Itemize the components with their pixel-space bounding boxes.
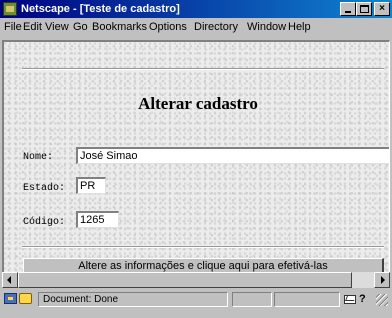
estado-input[interactable]: PR xyxy=(76,177,106,194)
menu-go[interactable]: Go xyxy=(73,21,88,33)
close-button[interactable]: × xyxy=(374,2,390,16)
help-icon[interactable]: ? xyxy=(359,293,366,305)
menu-window[interactable]: Window xyxy=(247,21,286,33)
key-icon[interactable] xyxy=(4,293,17,304)
menu-edit[interactable]: Edit xyxy=(23,21,42,33)
maximize-icon xyxy=(360,5,369,13)
menu-view[interactable]: View xyxy=(45,21,69,33)
status-segment-progress xyxy=(232,292,272,307)
menu-bar: File Edit View Go Bookmarks Options Dire… xyxy=(0,19,392,36)
scroll-thumb[interactable] xyxy=(18,272,352,288)
horizontal-scrollbar[interactable] xyxy=(2,272,390,288)
window-title: Netscape - [Teste de cadastro] xyxy=(21,3,180,15)
status-segment-info xyxy=(274,292,340,307)
resize-grip-icon[interactable] xyxy=(376,294,388,306)
status-bar: Document: Done ? xyxy=(0,290,392,308)
minimize-icon xyxy=(345,11,351,13)
browser-window: Netscape - [Teste de cadastro] × File Ed… xyxy=(0,0,392,318)
scroll-left-button[interactable] xyxy=(2,272,18,288)
menu-directory[interactable]: Directory xyxy=(194,21,238,33)
menu-bookmarks[interactable]: Bookmarks xyxy=(92,21,147,33)
page-content: Alterar cadastro Nome: José Simao Estado… xyxy=(2,40,390,272)
submit-button[interactable]: Altere as informações e clique aqui para… xyxy=(23,258,384,272)
menu-help[interactable]: Help xyxy=(288,21,311,33)
divider-top xyxy=(22,68,384,70)
nome-input[interactable]: José Simao xyxy=(76,147,389,164)
security-icon[interactable] xyxy=(19,293,32,304)
minimize-button[interactable] xyxy=(340,2,356,16)
nome-label: Nome: xyxy=(23,152,54,163)
maximize-button[interactable] xyxy=(356,2,372,16)
scroll-right-button[interactable] xyxy=(374,272,390,288)
page-title: Alterar cadastro xyxy=(138,94,258,113)
codigo-label: Código: xyxy=(23,217,66,228)
mail-icon[interactable] xyxy=(344,295,356,304)
menu-file[interactable]: File xyxy=(4,21,22,33)
arrow-left-icon xyxy=(7,276,11,284)
close-icon: × xyxy=(379,3,385,14)
status-icons xyxy=(4,293,34,305)
arrow-right-icon xyxy=(381,276,385,284)
netscape-icon[interactable] xyxy=(3,2,17,16)
menu-options[interactable]: Options xyxy=(149,21,187,33)
title-bar[interactable]: Netscape - [Teste de cadastro] × xyxy=(0,0,392,18)
status-text: Document: Done xyxy=(38,292,228,307)
divider-bottom xyxy=(22,246,384,248)
estado-label: Estado: xyxy=(23,183,66,194)
codigo-input[interactable]: 1265 xyxy=(76,211,119,228)
